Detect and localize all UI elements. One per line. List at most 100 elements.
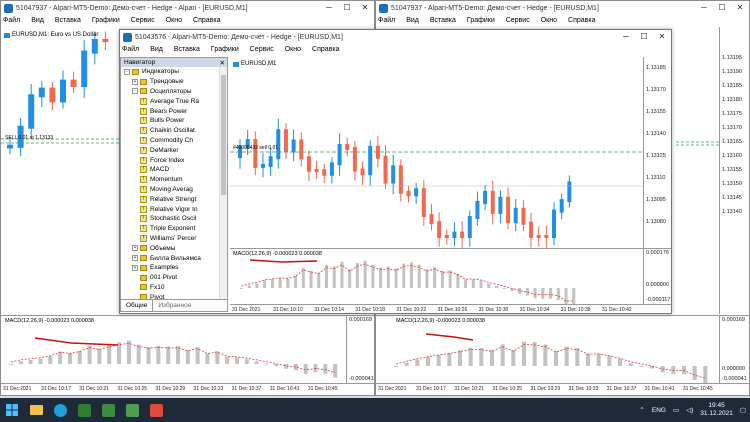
expand-icon[interactable]: +: [132, 78, 138, 85]
navigator-indicator-item[interactable]: f Moving Averag: [121, 185, 219, 195]
scrollbar-thumb[interactable]: [221, 75, 226, 195]
windows-start-icon[interactable]: [0, 398, 24, 422]
menu-insert[interactable]: Вставка: [174, 46, 200, 53]
menu-tools[interactable]: Сервис: [131, 17, 155, 24]
navigator-folder[interactable]: - Индикаторы: [121, 67, 219, 77]
menu-file[interactable]: Файл: [378, 17, 395, 24]
title-bar[interactable]: 51047937 - Alpari-MT5-Demo: Демо-счет - …: [1, 1, 374, 15]
file-explorer-icon[interactable]: [24, 398, 48, 422]
menu-insert[interactable]: Вставка: [55, 17, 81, 24]
expand-icon[interactable]: +: [132, 245, 138, 252]
candle-body: [345, 143, 350, 151]
menu-tools[interactable]: Сервис: [250, 46, 274, 53]
price-chart[interactable]: EURUSD,M1 #40000432 sell 0.01 1.13185 1.1…: [230, 57, 671, 248]
navigator-indicator-item[interactable]: f Relative Strengt: [121, 194, 219, 204]
navigator-folder[interactable]: + Билла Вильямса: [121, 253, 219, 263]
volume-icon[interactable]: ◁): [686, 406, 693, 414]
macd-bar: [215, 351, 220, 364]
menu-view[interactable]: Вид: [150, 46, 163, 53]
macd-bar: [355, 262, 359, 288]
navigator-indicator-item[interactable]: f Bears Power: [121, 106, 219, 116]
navigator-indicator-item[interactable]: f Stochastic Oscil: [121, 214, 219, 224]
macd-bar: [425, 269, 429, 288]
navigator-indicator-item[interactable]: f Relative Vigor In: [121, 204, 219, 214]
menu-tools[interactable]: Сервис: [506, 17, 530, 24]
metatrader-icon[interactable]: [72, 398, 96, 422]
minimize-icon[interactable]: ─: [695, 1, 713, 14]
navigator-indicator-item[interactable]: f Chaikin Oscillat: [121, 126, 219, 136]
minimize-icon[interactable]: ─: [617, 30, 635, 43]
menu-charts[interactable]: Графики: [211, 46, 239, 53]
navigator-folder[interactable]: + Трендовые: [121, 77, 219, 87]
expand-icon[interactable]: +: [132, 255, 138, 262]
collapse-icon[interactable]: -: [124, 68, 130, 75]
title-bar[interactable]: 51043576 - Alpari-MT5-Demo: Демо-счет - …: [120, 30, 671, 44]
maximize-icon[interactable]: ☐: [713, 1, 731, 14]
menu-window[interactable]: Окно: [285, 46, 301, 53]
metatrader-icon[interactable]: [120, 398, 144, 422]
navigator-indicator-item[interactable]: f Average True Ra: [121, 96, 219, 106]
menu-file[interactable]: Файл: [3, 17, 20, 24]
navigator-folder[interactable]: + Объемы: [121, 243, 219, 253]
navigator-indicator-item[interactable]: f Williams' Percer: [121, 234, 219, 244]
navigator-folder[interactable]: Fx10: [121, 283, 219, 293]
menu-charts[interactable]: Графики: [92, 17, 120, 24]
menu-window[interactable]: Окно: [541, 17, 557, 24]
menu-window[interactable]: Окно: [166, 17, 182, 24]
tab-favorites[interactable]: Избранное: [153, 300, 196, 311]
close-icon[interactable]: ✕: [731, 1, 749, 14]
navigator-indicator-item[interactable]: f Bulls Power: [121, 116, 219, 126]
macd-bar: [97, 348, 102, 364]
macd-bar: [404, 362, 409, 366]
minimize-icon[interactable]: ─: [320, 1, 338, 14]
price-label: 1.13095: [646, 197, 666, 203]
menu-help[interactable]: Справка: [568, 17, 595, 24]
navigator-folder[interactable]: + Examples: [121, 263, 219, 273]
maximize-icon[interactable]: ☐: [635, 30, 653, 43]
position-label: SELL 0.01 at 1.13133: [5, 135, 54, 141]
menu-help[interactable]: Справка: [312, 46, 339, 53]
menu-bar: Файл Вид Вставка Графики Сервис Окно Справка: [1, 15, 374, 26]
navigator-indicator-item[interactable]: f MACD: [121, 164, 219, 175]
navigator-indicator-item[interactable]: f Triple Exponent: [121, 224, 219, 234]
tab-common[interactable]: Общие: [121, 300, 154, 311]
metatrader-icon[interactable]: [96, 398, 120, 422]
navigator-folder[interactable]: - Осцилляторы: [121, 87, 219, 97]
title-bar[interactable]: 51047937 - Alpari-MT5-Demo: Демо-счет - …: [376, 1, 749, 15]
menu-charts[interactable]: Графики: [467, 17, 495, 24]
candle-body: [91, 39, 98, 54]
network-icon[interactable]: ▭: [673, 406, 679, 414]
macd-subwindow[interactable]: MACD(12,26,9) -0.000023 0.000038 0.00016…: [376, 315, 749, 384]
candle-body: [7, 144, 13, 149]
snipping-tool-icon[interactable]: [144, 398, 168, 422]
chevron-up-icon[interactable]: ⌃: [639, 406, 644, 414]
close-icon[interactable]: ✕: [653, 30, 671, 43]
navigator-indicator-item[interactable]: f Commodity Ch: [121, 136, 219, 146]
collapse-icon[interactable]: -: [132, 88, 138, 95]
edge-browser-icon[interactable]: [48, 398, 72, 422]
close-icon[interactable]: ✕: [220, 59, 227, 67]
scrollbar[interactable]: [219, 67, 227, 299]
menu-help[interactable]: Справка: [193, 17, 220, 24]
navigator-item-label: Examples: [150, 264, 179, 272]
navigator-indicator-item[interactable]: f Momentum: [121, 175, 219, 185]
close-icon[interactable]: ✕: [356, 1, 374, 14]
language-indicator[interactable]: ENG: [652, 407, 666, 414]
navigator-indicator-item[interactable]: f DeMarker: [121, 145, 219, 155]
menu-insert[interactable]: Вставка: [430, 17, 456, 24]
macd-subwindow[interactable]: MACD(12,26,9) -0.000023 0.000038 0.00016…: [1, 315, 374, 383]
navigator-folder[interactable]: Pivot: [121, 292, 219, 299]
maximize-icon[interactable]: ☐: [338, 1, 356, 14]
menu-file[interactable]: Файл: [122, 46, 139, 53]
clock[interactable]: 19:45 31.12.2021: [700, 402, 733, 418]
menu-view[interactable]: Вид: [406, 17, 419, 24]
macd-subwindow[interactable]: MACD(12,26,9) -0.000023 0.000038 0.00017…: [230, 248, 671, 305]
menu-view[interactable]: Вид: [31, 17, 44, 24]
navigator-indicator-item[interactable]: f Force Index: [121, 155, 219, 165]
navigator-item-label: Fx10: [150, 283, 165, 291]
notifications-icon[interactable]: ▢: [740, 406, 746, 414]
macd-bar: [564, 346, 569, 366]
navigator-folder[interactable]: 001 Pivot: [121, 273, 219, 283]
folder-icon: [140, 274, 147, 281]
expand-icon[interactable]: +: [132, 264, 138, 271]
